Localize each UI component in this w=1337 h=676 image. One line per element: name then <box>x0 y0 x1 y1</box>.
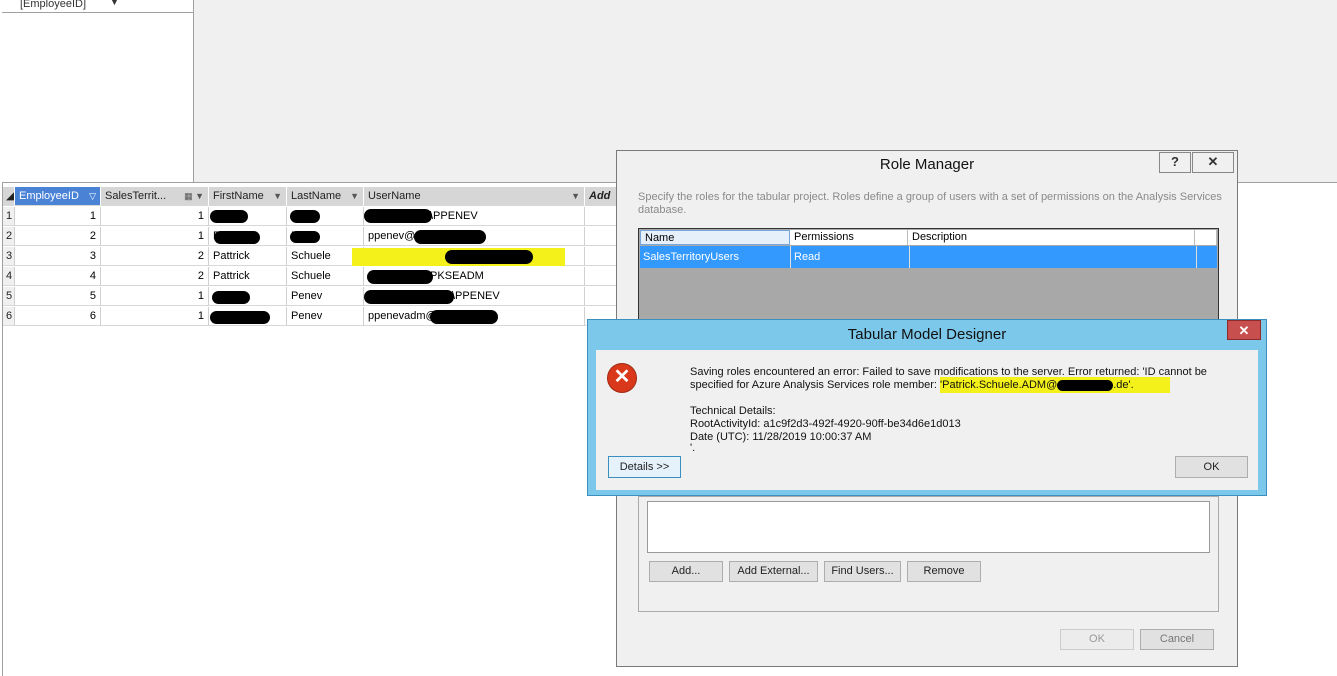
column-header-filler <box>1195 230 1217 245</box>
table-cell[interactable]: 1 <box>101 207 209 226</box>
error-trailing-text: '. <box>690 442 696 454</box>
column-header-lastname[interactable]: LastName ▼ <box>287 187 364 206</box>
add-button[interactable]: Add... <box>649 561 723 582</box>
column-header-username[interactable]: UserName ▼ <box>364 187 585 206</box>
table-cell[interactable]: 2 <box>101 267 209 286</box>
chevron-down-icon[interactable]: ▼ <box>273 187 282 205</box>
redaction <box>445 250 533 264</box>
redaction <box>364 209 432 223</box>
column-header-description[interactable]: Description <box>908 230 1195 245</box>
redaction <box>430 310 498 324</box>
table-cell[interactable]: Penev <box>287 307 364 326</box>
add-external-button[interactable]: Add External... <box>729 561 818 582</box>
column-header-name[interactable]: Name <box>640 230 790 245</box>
column-header-salesterritory[interactable]: SalesTerrit... ▦ ▼ <box>101 187 209 206</box>
row-number[interactable]: 2 <box>3 227 15 246</box>
table-cell[interactable]: 1 <box>101 227 209 246</box>
row-number[interactable]: 6 <box>3 307 15 326</box>
redaction <box>210 210 248 223</box>
redaction <box>414 230 486 244</box>
row-number[interactable]: 4 <box>3 267 15 286</box>
table-row[interactable]: 6 6 1 Penev ppenevadm@ <box>3 307 617 327</box>
column-header-employeeid[interactable]: EmployeeID ▽ <box>15 187 101 206</box>
table-cell[interactable]: 1 <box>101 287 209 306</box>
chevron-down-icon[interactable]: ▼ <box>571 187 580 205</box>
members-list[interactable] <box>647 501 1210 553</box>
table-cell[interactable]: 3 <box>15 247 101 266</box>
table-row[interactable]: 5 5 1 Penev \PPENEV <box>3 287 617 307</box>
ok-button[interactable]: OK <box>1060 629 1134 650</box>
chevron-down-icon[interactable]: ▦ ▼ <box>184 187 204 205</box>
cancel-button[interactable]: Cancel <box>1140 629 1214 650</box>
table-cell[interactable] <box>585 247 617 266</box>
table-cell[interactable]: 6 <box>15 307 101 326</box>
role-description <box>909 246 910 268</box>
redaction <box>290 210 320 223</box>
table-cell[interactable] <box>585 227 617 246</box>
column-header-permissions[interactable]: Permissions <box>790 230 908 245</box>
filter-icon[interactable]: ▽ <box>89 187 96 205</box>
add-column-header[interactable]: Add <box>585 187 617 206</box>
close-button[interactable]: ✕ <box>1227 320 1261 340</box>
table-cell[interactable] <box>585 287 617 306</box>
table-cell[interactable]: 5 <box>15 287 101 306</box>
error-icon: ✕ <box>608 364 636 392</box>
select-all-corner[interactable]: ◢ <box>3 187 15 206</box>
redaction <box>364 290 454 304</box>
table-cell[interactable] <box>585 207 617 226</box>
role-permissions: Read <box>790 246 820 268</box>
technical-details-header: Technical Details: <box>690 405 776 417</box>
redaction <box>212 291 250 304</box>
member-name-highlight: 'Patrick.Schuele.ADM@ .de'. <box>940 377 1170 393</box>
measure-field-label: [EmployeeID] <box>20 0 87 10</box>
table-cell[interactable]: Pattrick <box>209 247 287 266</box>
chevron-down-icon[interactable]: ▼ <box>110 0 119 7</box>
ok-button[interactable]: OK <box>1175 456 1248 478</box>
error-dialog: Tabular Model Designer ✕ ✕ Saving roles … <box>587 319 1267 496</box>
redaction <box>367 270 433 284</box>
grid-header-row: ◢ EmployeeID ▽ SalesTerrit... ▦ ▼ FirstNam… <box>3 187 617 207</box>
root-activity-id: RootActivityId: a1c9f2d3-492f-4920-90ff-… <box>690 418 961 430</box>
find-users-button[interactable]: Find Users... <box>824 561 901 582</box>
table-cell[interactable]: 1 <box>15 207 101 226</box>
chevron-down-icon[interactable]: ▼ <box>350 187 359 205</box>
table-cell[interactable]: 2 <box>101 247 209 266</box>
close-button[interactable]: ✕ <box>1192 152 1234 173</box>
row-number[interactable]: 3 <box>3 247 15 266</box>
remove-button[interactable]: Remove <box>907 561 981 582</box>
redaction <box>210 311 270 324</box>
details-button[interactable]: Details >> <box>608 456 681 478</box>
table-cell[interactable]: 2 <box>15 227 101 246</box>
table-cell[interactable] <box>585 267 617 286</box>
table-cell[interactable]: 1 <box>101 307 209 326</box>
table-cell[interactable]: Penev <box>287 287 364 306</box>
members-panel: Add... Add External... Find Users... Rem… <box>638 496 1219 612</box>
table-cell[interactable]: Pattrick <box>209 267 287 286</box>
table-cell[interactable]: Schuele <box>287 267 364 286</box>
error-body: ✕ Saving roles encountered an error: Fai… <box>596 350 1258 490</box>
redaction <box>214 231 260 244</box>
redaction <box>1057 379 1114 391</box>
column-header-firstname[interactable]: FirstName ▼ <box>209 187 287 206</box>
measure-pane <box>2 0 194 183</box>
table-row[interactable]: 4 4 2 Pattrick Schuele \PKSEADM <box>3 267 617 287</box>
dialog-title: Role Manager <box>617 151 1237 179</box>
error-message-line2: specified for Azure Analysis Services ro… <box>690 377 1170 393</box>
measure-field-selector[interactable]: [EmployeeID] ▼ <box>2 0 193 13</box>
role-row[interactable]: SalesTerritoryUsers Read <box>640 246 1217 268</box>
row-number[interactable]: 1 <box>3 207 15 226</box>
row-number[interactable]: 5 <box>3 287 15 306</box>
dialog-description: Specify the roles for the tabular projec… <box>638 191 1222 216</box>
redaction <box>290 231 320 243</box>
role-name: SalesTerritoryUsers <box>643 251 739 263</box>
roles-table: Name Permissions Description SalesTerrit… <box>638 228 1219 320</box>
dialog-title: Tabular Model Designer <box>847 326 1007 343</box>
help-button[interactable]: ? <box>1159 152 1191 173</box>
table-cell[interactable]: 4 <box>15 267 101 286</box>
error-date: Date (UTC): 11/28/2019 10:00:37 AM <box>690 431 872 443</box>
